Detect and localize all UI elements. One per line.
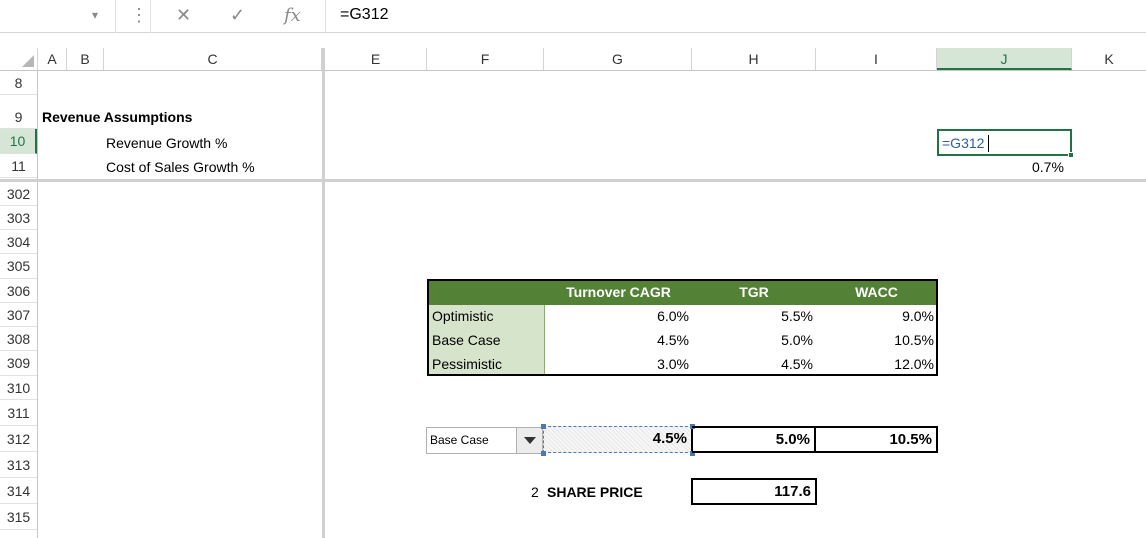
row-header-308[interactable]: 308 <box>0 327 37 351</box>
column-header: A B C E F G H I J K <box>0 48 1146 71</box>
select-all-triangle-icon <box>22 55 34 67</box>
revenue-growth-label: Revenue Growth % <box>106 135 228 151</box>
row-header-303[interactable]: 303 <box>0 206 37 230</box>
row-header-8[interactable]: 8 <box>0 71 37 95</box>
row-header-302[interactable]: 302 <box>0 182 37 206</box>
row-header-314[interactable]: 314 <box>0 478 37 504</box>
column-header-c[interactable]: C <box>104 48 322 70</box>
fill-handle[interactable] <box>1068 152 1074 158</box>
column-header-e[interactable]: E <box>325 48 427 70</box>
column-header-b[interactable]: B <box>67 48 104 70</box>
chevron-down-icon <box>524 437 536 444</box>
row-header-313[interactable]: 313 <box>0 452 37 478</box>
column-header-f[interactable]: F <box>427 48 544 70</box>
cost-of-sales-growth-label: Cost of Sales Growth % <box>106 159 255 175</box>
cell-edit-text[interactable]: =G312 <box>942 135 984 151</box>
row-header: 8 9 10 11 302 303 304 305 306 307 308 30… <box>0 71 38 538</box>
formula-bar-separator <box>325 0 326 33</box>
row-header-304[interactable]: 304 <box>0 230 37 254</box>
scenario-dropdown-value: Base Case <box>430 433 489 447</box>
enter-icon[interactable]: ✓ <box>230 5 245 26</box>
share-price-index[interactable]: 2 <box>531 484 539 500</box>
scenario-header-turnover-cagr: Turnover CAGR <box>566 284 671 300</box>
text-cursor <box>988 135 989 152</box>
scenario-label-optimistic[interactable]: Optimistic <box>432 308 493 324</box>
formula-bar-separator <box>115 0 116 33</box>
cell-j11-value[interactable]: 0.7% <box>1032 159 1064 175</box>
base-case-turnover-cagr[interactable]: 4.5% <box>545 332 689 348</box>
formula-bar: ▾ ⋮ ✕ ✓ fx =G312 <box>0 0 1146 33</box>
row-header-310[interactable]: 310 <box>0 376 37 400</box>
row-header-312[interactable]: 312 <box>0 426 37 452</box>
cell-g312-selected-cagr[interactable]: 4.5% <box>543 426 693 453</box>
row-header-307[interactable]: 307 <box>0 303 37 327</box>
column-header-j[interactable]: J <box>937 48 1072 70</box>
scenario-label-pessimistic[interactable]: Pessimistic <box>432 356 502 372</box>
select-all-button[interactable] <box>0 48 38 70</box>
pessimistic-tgr[interactable]: 4.5% <box>692 356 813 372</box>
freeze-pane-horizontal <box>0 179 1146 182</box>
formula-bar-separator <box>150 0 151 33</box>
formula-input[interactable]: =G312 <box>340 6 388 24</box>
name-box-dropdown-icon[interactable]: ▾ <box>92 8 98 22</box>
column-header-i[interactable]: I <box>816 48 937 70</box>
more-options-icon[interactable]: ⋮ <box>130 5 148 26</box>
row-header-9[interactable]: 9 <box>0 105 37 129</box>
row-header-10[interactable]: 10 <box>0 129 37 154</box>
cell-i312-selected-wacc[interactable]: 10.5% <box>816 426 938 453</box>
scenario-dropdown-button[interactable] <box>516 428 542 453</box>
base-case-tgr[interactable]: 5.0% <box>692 332 813 348</box>
column-header-a[interactable]: A <box>38 48 67 70</box>
row-header-315[interactable]: 315 <box>0 504 37 530</box>
freeze-pane-vertical <box>322 48 325 538</box>
row-header-306[interactable]: 306 <box>0 279 37 303</box>
scenario-header-tgr: TGR <box>739 284 769 300</box>
base-case-wacc[interactable]: 10.5% <box>816 332 934 348</box>
column-header-h[interactable]: H <box>692 48 816 70</box>
column-header-k[interactable]: K <box>1072 48 1146 70</box>
optimistic-tgr[interactable]: 5.5% <box>692 308 813 324</box>
optimistic-wacc[interactable]: 9.0% <box>816 308 934 324</box>
active-cell-j10[interactable]: =G312 <box>937 129 1074 158</box>
cancel-icon[interactable]: ✕ <box>176 5 191 26</box>
scenario-label-base-case[interactable]: Base Case <box>432 332 500 348</box>
selection-handle[interactable] <box>541 451 546 456</box>
revenue-assumptions-heading: Revenue Assumptions <box>42 109 193 125</box>
scenario-header-wacc: WACC <box>855 284 898 300</box>
row-header-309[interactable]: 309 <box>0 351 37 376</box>
row-header-11[interactable]: 11 <box>0 154 37 178</box>
row-header-305[interactable]: 305 <box>0 254 37 279</box>
selection-handle[interactable] <box>541 424 546 429</box>
share-price-value[interactable]: 117.6 <box>691 478 817 505</box>
scenario-dropdown[interactable]: Base Case <box>426 427 543 454</box>
row-header-311[interactable]: 311 <box>0 400 37 426</box>
cell-h312-selected-tgr[interactable]: 5.0% <box>692 426 816 453</box>
pessimistic-turnover-cagr[interactable]: 3.0% <box>545 356 689 372</box>
column-header-g[interactable]: G <box>544 48 692 70</box>
insert-function-icon[interactable]: fx <box>284 5 301 26</box>
optimistic-turnover-cagr[interactable]: 6.0% <box>545 308 689 324</box>
pessimistic-wacc[interactable]: 12.0% <box>816 356 934 372</box>
share-price-label: SHARE PRICE <box>547 484 643 500</box>
